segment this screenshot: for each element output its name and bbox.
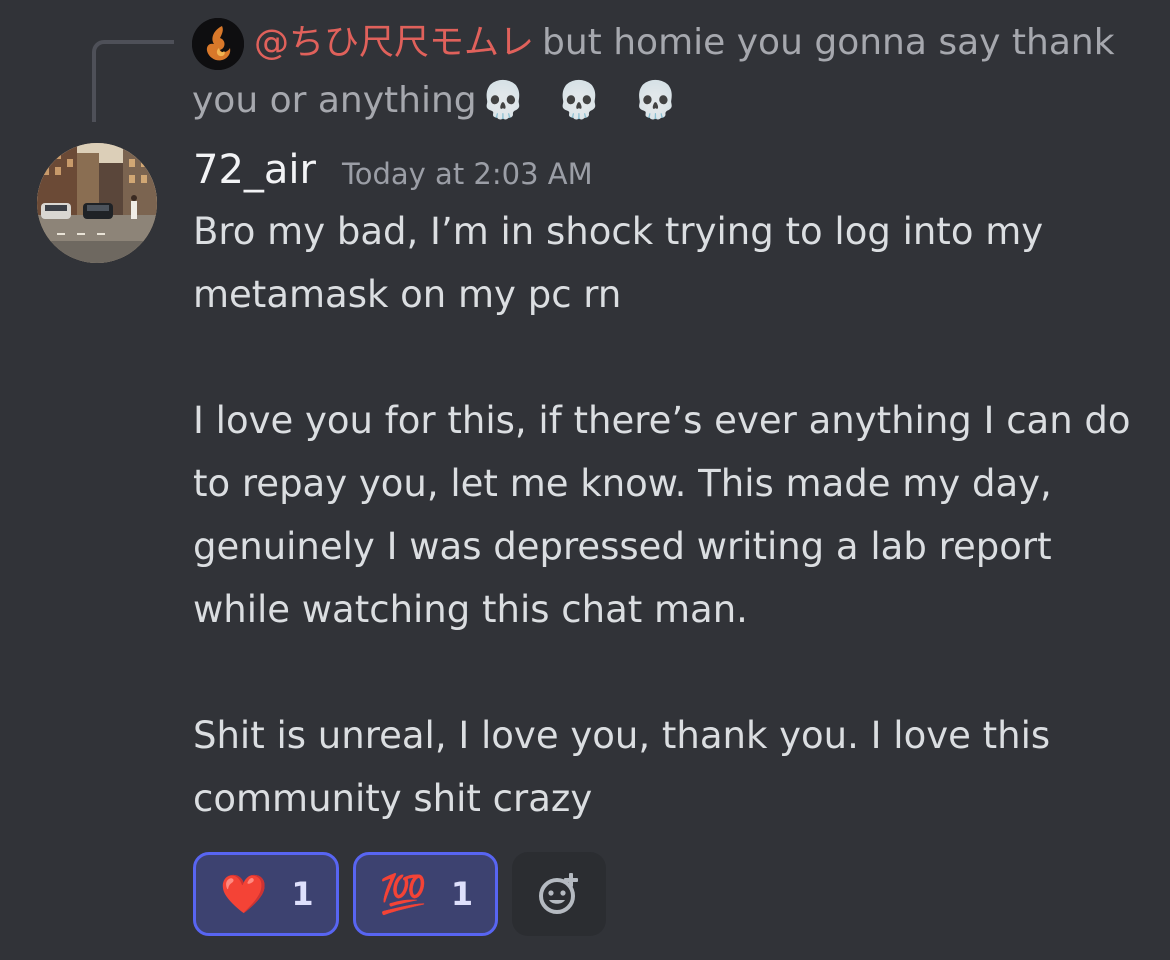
message-header: 72_air Today at 2:03 AM	[193, 140, 593, 200]
reply-connector-line	[92, 40, 174, 122]
message-paragraph: Shit is unreal, I love you, thank you. I…	[193, 714, 1051, 820]
reaction-heart-button[interactable]: ❤️ 1	[193, 852, 339, 936]
reaction-count: 1	[291, 875, 314, 913]
reply-author-name[interactable]: @ちひ尺尺モムレ	[254, 23, 534, 63]
username[interactable]: 72_air	[193, 147, 316, 193]
add-reaction-icon	[539, 873, 579, 914]
message-timestamp[interactable]: Today at 2:03 AM	[342, 157, 593, 191]
skull-emoji: 💀 💀 💀	[480, 80, 689, 121]
reaction-count: 1	[450, 875, 474, 913]
street-photo-avatar	[37, 143, 157, 263]
hundred-points-emoji: 💯	[379, 872, 427, 916]
reactions-bar: ❤️ 1 💯 1	[193, 852, 607, 936]
add-reaction-button[interactable]	[512, 852, 607, 936]
message-content: Bro my bad, I’m in shock trying to log i…	[193, 200, 1143, 830]
message-paragraph: Bro my bad, I’m in shock trying to log i…	[193, 210, 1044, 316]
user-avatar[interactable]	[37, 143, 157, 263]
reply-preview[interactable]: @ちひ尺尺モムレ but homie you gonna say thank yo…	[192, 14, 1142, 129]
reaction-hundred-button[interactable]: 💯 1	[352, 852, 499, 936]
message-paragraph: I love you for this, if there’s ever any…	[193, 399, 1131, 631]
red-heart-emoji: ❤️	[220, 872, 268, 916]
